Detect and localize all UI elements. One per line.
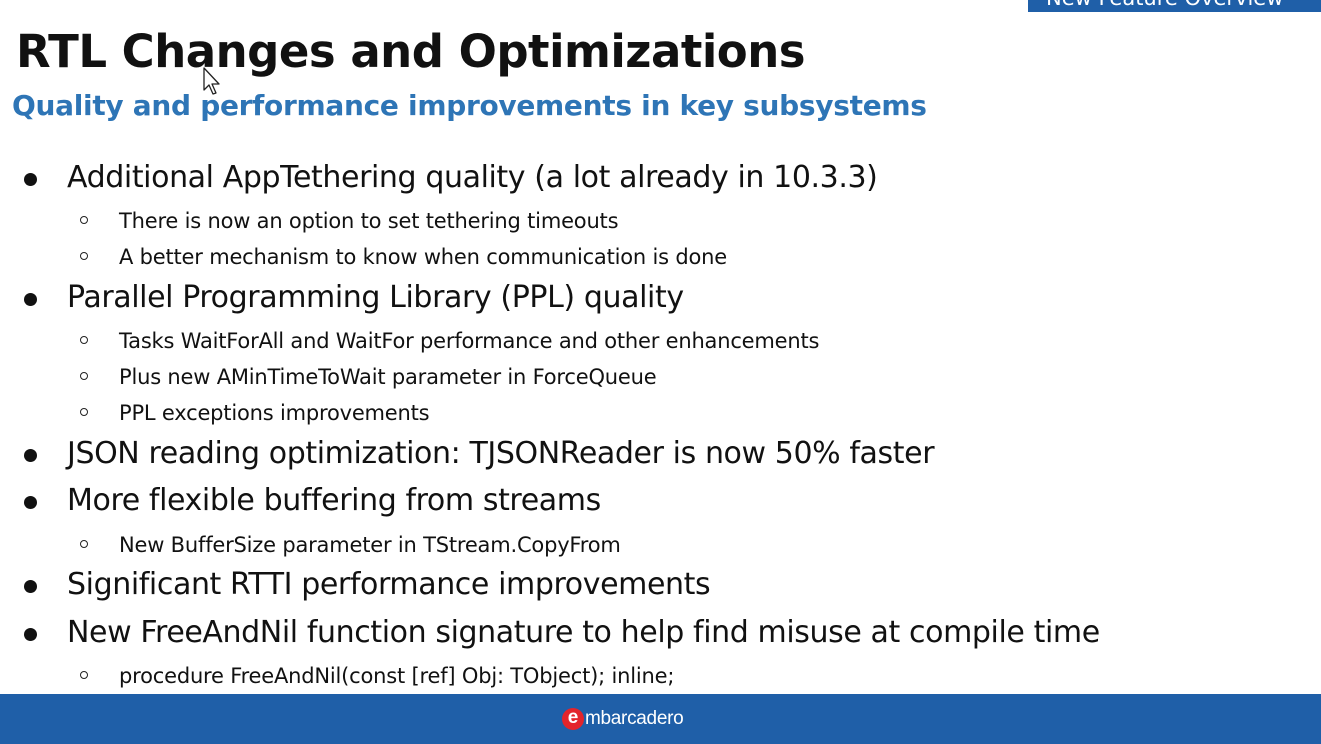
bullet-dot-icon (24, 173, 37, 186)
bullet-dot-icon (24, 496, 37, 509)
sub-bullet-text: PPL exceptions improvements (119, 401, 430, 425)
embarcadero-logo: e mbarcadero (562, 706, 684, 732)
bullet-text: Significant RTTI performance improvement… (67, 567, 711, 602)
bullet-text: New FreeAndNil function signature to hel… (67, 615, 1100, 650)
sub-bullet-ring-icon (80, 252, 88, 260)
bullet-dot-icon (24, 293, 37, 306)
feature-overview-tab[interactable]: New Feature Overview (1028, 0, 1321, 12)
bullet-dot-icon (24, 580, 37, 593)
logo-wordmark: mbarcadero (585, 708, 684, 729)
bullet-text: More flexible buffering from streams (67, 483, 601, 518)
bullet-text: Additional AppTethering quality (a lot a… (67, 160, 878, 195)
bullet-dot-icon (24, 628, 37, 641)
mouse-pointer-icon (203, 67, 220, 95)
slide-subtitle: Quality and performance improvements in … (12, 89, 927, 122)
sub-bullet-ring-icon (80, 372, 88, 380)
sub-bullet-ring-icon (80, 336, 88, 344)
sub-bullet-text: There is now an option to set tethering … (119, 209, 619, 233)
footer-bar: e mbarcadero (0, 694, 1321, 744)
sub-bullet-text: New BufferSize parameter in TStream.Copy… (119, 533, 621, 557)
feature-overview-tab-label: New Feature Overview (1046, 0, 1283, 10)
sub-bullet-ring-icon (80, 216, 88, 224)
sub-bullet-text: procedure FreeAndNil(const [ref] Obj: TO… (119, 664, 675, 688)
sub-bullet-text: Tasks WaitForAll and WaitFor performance… (119, 329, 820, 353)
sub-bullet-text: Plus new AMinTimeToWait parameter in For… (119, 365, 657, 389)
sub-bullet-ring-icon (80, 540, 88, 548)
slide-title: RTL Changes and Optimizations (16, 25, 806, 78)
sub-bullet-ring-icon (80, 671, 88, 679)
logo-e-icon: e (562, 708, 584, 730)
bullet-dot-icon (24, 449, 37, 462)
bullet-text: JSON reading optimization: TJSONReader i… (67, 436, 935, 471)
sub-bullet-text: A better mechanism to know when communic… (119, 245, 727, 269)
bullet-text: Parallel Programming Library (PPL) quali… (67, 280, 684, 315)
sub-bullet-ring-icon (80, 408, 88, 416)
